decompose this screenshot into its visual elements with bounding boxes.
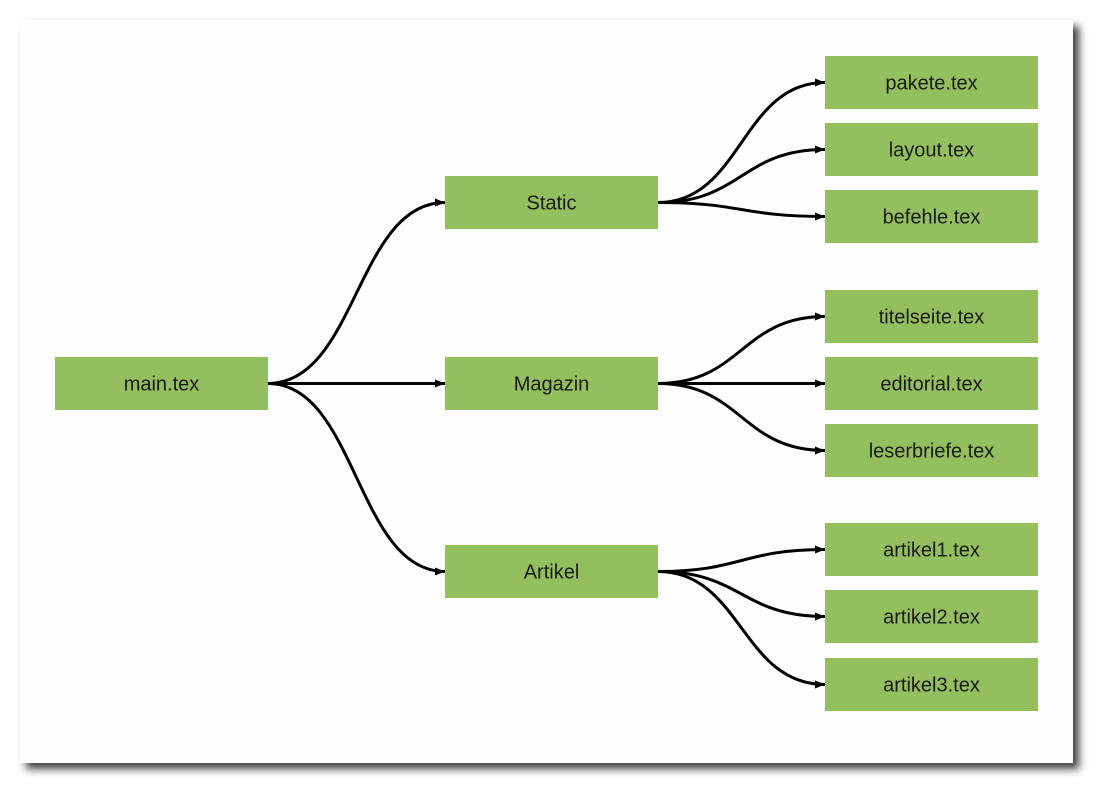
node-pakete: pakete.tex: [825, 56, 1038, 109]
node-label: Artikel: [524, 562, 580, 584]
file-tree-diagram: main.tex Static Magazin Artikel pakete.tex la…: [55, 56, 1038, 711]
node-magazin: Magazin: [445, 357, 658, 410]
edge-static-to-layout: [657, 145, 826, 204]
node-label: Static: [526, 193, 576, 215]
edge-artikel-to-artikel1: [657, 545, 826, 573]
node-label: titelseite.tex: [879, 307, 985, 329]
node-artikel2: artikel2.tex: [825, 590, 1038, 643]
node-static: Static: [445, 176, 658, 229]
node-label: layout.tex: [889, 140, 975, 162]
node-label: artikel2.tex: [883, 607, 980, 629]
node-leserbriefe: leserbriefe.tex: [825, 424, 1038, 477]
node-artikel: Artikel: [445, 545, 658, 598]
node-artikel1: artikel1.tex: [825, 523, 1038, 576]
node-label: befehle.tex: [883, 207, 981, 229]
edge-artikel-to-artikel3: [657, 570, 826, 689]
node-titelseite: titelseite.tex: [825, 290, 1038, 343]
node-label: leserbriefe.tex: [869, 441, 995, 463]
node-label: pakete.tex: [885, 73, 977, 95]
edge-artikel-to-artikel2: [657, 570, 826, 621]
edge-magazin-to-titelseite: [657, 312, 826, 385]
edge-main-to-static: [267, 198, 446, 385]
node-label: Magazin: [514, 374, 590, 396]
node-befehle: befehle.tex: [825, 190, 1038, 243]
node-label: main.tex: [124, 374, 200, 396]
node-label: artikel3.tex: [883, 675, 980, 697]
node-label: artikel1.tex: [883, 540, 980, 562]
node-label: editorial.tex: [880, 374, 982, 396]
node-editorial: editorial.tex: [825, 357, 1038, 410]
edge-static-to-befehle: [657, 201, 826, 221]
node-artikel3: artikel3.tex: [825, 658, 1038, 711]
edge-magazin-to-leserbriefe: [657, 382, 826, 455]
edge-main-to-artikel: [267, 382, 446, 576]
node-layout: layout.tex: [825, 123, 1038, 176]
node-main: main.tex: [55, 357, 268, 410]
edge-static-to-pakete: [657, 78, 826, 204]
